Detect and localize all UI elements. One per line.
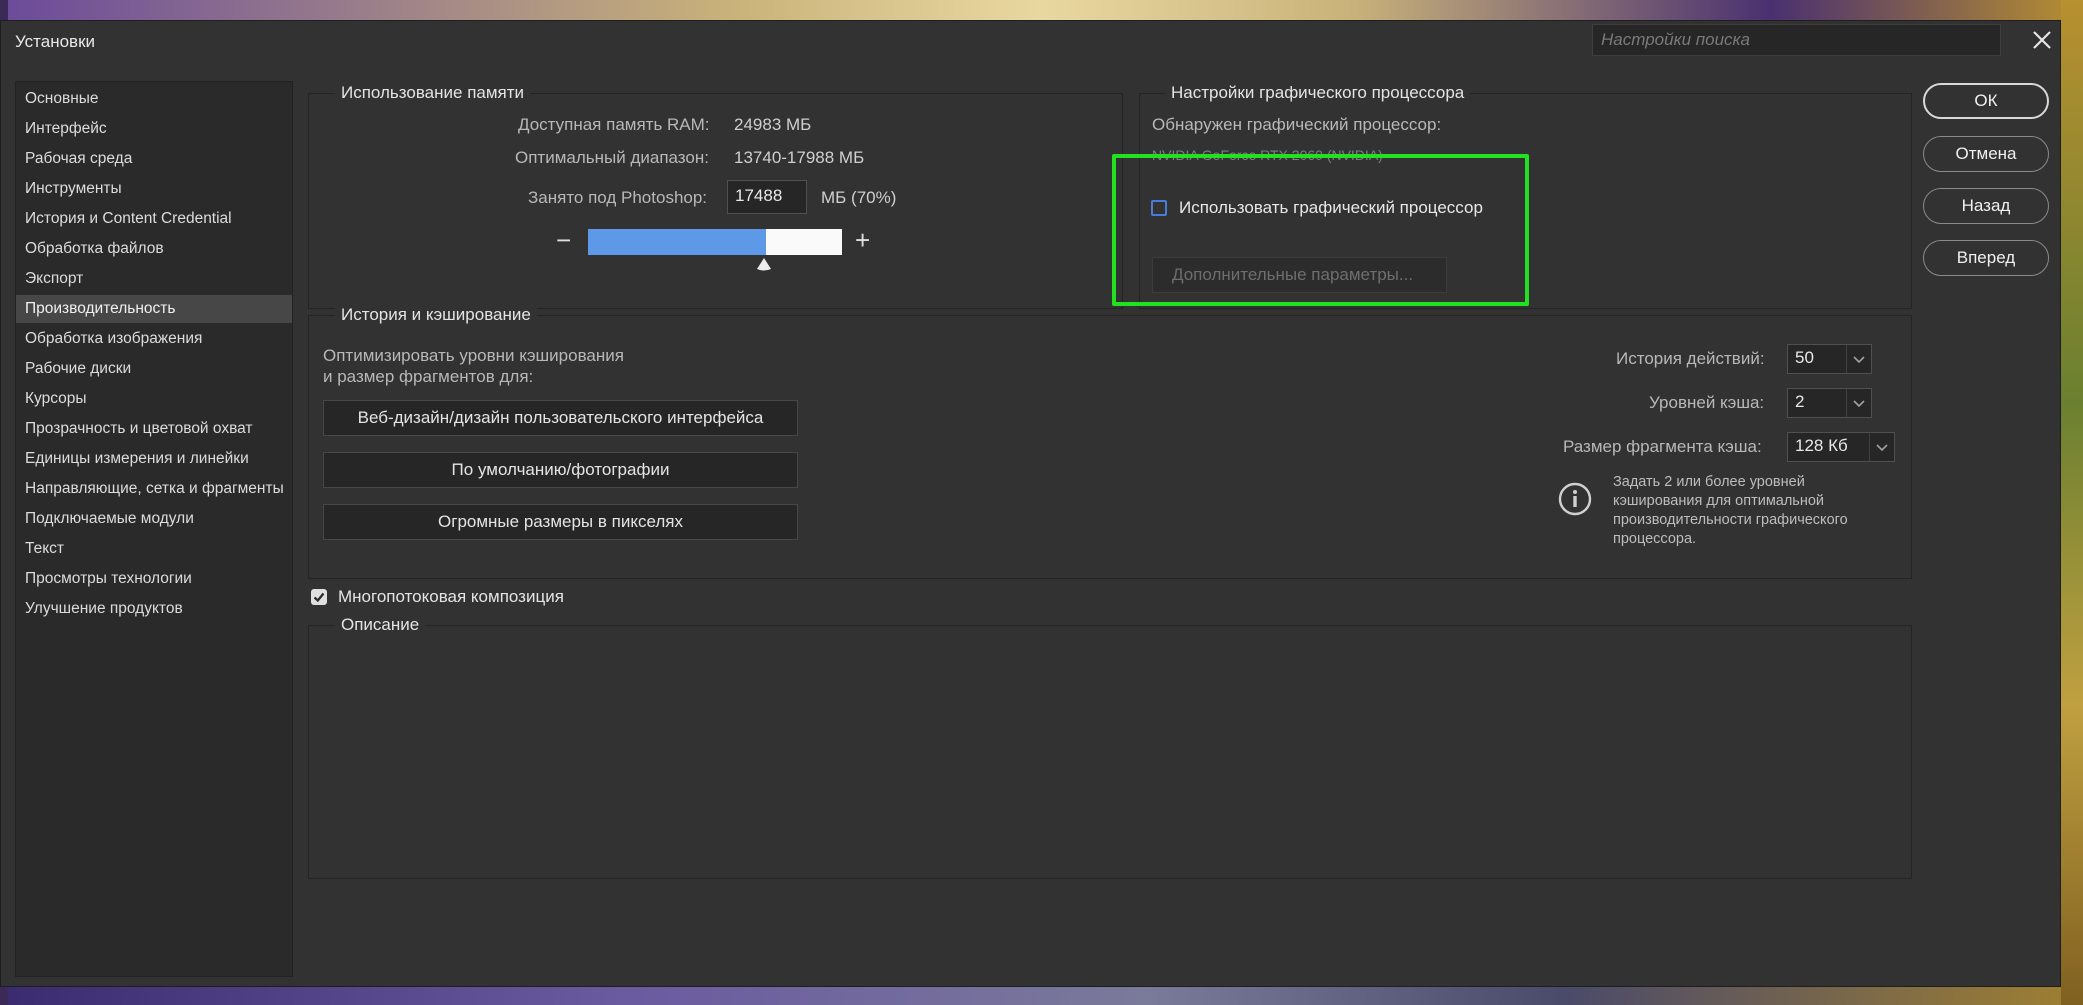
cache-levels-value: 2 xyxy=(1795,392,1805,411)
sidebar-item[interactable]: Направляющие, сетка и фрагменты xyxy=(16,475,292,503)
close-icon[interactable] xyxy=(2025,23,2059,57)
sidebar-item[interactable]: Улучшение продуктов xyxy=(16,595,292,623)
memory-slider[interactable] xyxy=(588,229,842,255)
history-cache-title: История и кэширование xyxy=(335,305,537,325)
preset-web-ui-button[interactable]: Веб-дизайн/дизайн пользовательского инте… xyxy=(323,400,798,436)
sidebar-item[interactable]: Рабочие диски xyxy=(16,355,292,383)
gpu-detected-label: Обнаружен графический процессор: xyxy=(1152,115,1442,134)
history-states-value: 50 xyxy=(1795,348,1814,367)
description-title: Описание xyxy=(335,615,426,635)
increase-memory-button[interactable]: + xyxy=(855,225,870,256)
forward-button[interactable]: Вперед xyxy=(1923,240,2049,276)
tile-size-select[interactable]: 128 Кб xyxy=(1787,432,1895,462)
sidebar-item[interactable]: Рабочая среда xyxy=(16,145,292,173)
gpu-group-title: Настройки графического процессора xyxy=(1165,83,1471,103)
cache-levels-select[interactable]: 2 xyxy=(1787,388,1872,418)
range-label: Оптимальный диапазон: xyxy=(515,148,709,167)
tile-size-label: Размер фрагмента кэша: xyxy=(1563,437,1762,456)
optimize-text-line2: и размер фрагментов для: xyxy=(323,367,534,386)
gpu-highlight-frame xyxy=(1112,154,1529,306)
ram-label: Доступная память RAM: xyxy=(518,115,710,134)
multithread-checkbox[interactable] xyxy=(311,589,327,605)
search-input[interactable]: Настройки поиска xyxy=(1592,24,2001,56)
sidebar-item[interactable]: Курсоры xyxy=(16,385,292,413)
memory-group xyxy=(308,93,1123,309)
history-states-label: История действий: xyxy=(1616,349,1765,368)
sidebar-item[interactable]: Единицы измерения и линейки xyxy=(16,445,292,473)
history-states-select[interactable]: 50 xyxy=(1787,344,1872,374)
desktop-background-bottom xyxy=(0,985,2083,1005)
cache-info-text: Задать 2 или более уровней кэширования д… xyxy=(1613,474,1848,547)
sidebar-item[interactable]: Инструменты xyxy=(16,175,292,203)
memory-slider-fill xyxy=(588,229,766,255)
back-button[interactable]: Назад xyxy=(1923,188,2049,224)
tile-size-value: 128 Кб xyxy=(1795,436,1848,455)
chevron-down-icon xyxy=(1846,389,1871,417)
preferences-dialog: Установки Настройки поиска Основные Интер… xyxy=(0,20,2061,987)
sidebar-item[interactable]: История и Content Credential xyxy=(16,205,292,233)
sidebar-item[interactable]: Прозрачность и цветовой охват xyxy=(16,415,292,443)
slider-thumb-icon[interactable] xyxy=(755,257,773,278)
preset-default-photo-button[interactable]: По умолчанию/фотографии xyxy=(323,452,798,488)
info-icon xyxy=(1557,481,1593,522)
sidebar-item[interactable]: Просмотры технологии xyxy=(16,565,292,593)
sidebar-item[interactable]: Экспорт xyxy=(16,265,292,293)
multithread-label[interactable]: Многопотоковая композиция xyxy=(338,587,564,607)
used-unit: МБ (70%) xyxy=(821,188,897,207)
used-label: Занято под Photoshop: xyxy=(528,188,708,207)
cancel-button[interactable]: Отмена xyxy=(1923,136,2049,172)
dialog-title: Установки xyxy=(15,32,96,51)
sidebar-item[interactable]: Интерфейс xyxy=(16,115,292,143)
sidebar-item[interactable]: Обработка файлов xyxy=(16,235,292,263)
ram-value: 24983 МБ xyxy=(734,115,812,134)
sidebar-item[interactable]: Текст xyxy=(16,535,292,563)
range-value: 13740-17988 МБ xyxy=(734,148,865,167)
optimize-text-line1: Оптимизировать уровни кэширования xyxy=(323,346,624,365)
chevron-down-icon xyxy=(1846,345,1871,373)
desktop-background-right xyxy=(2061,0,2083,1005)
dialog-titlebar: Установки Настройки поиска xyxy=(1,21,2060,61)
used-memory-input[interactable]: 17488 xyxy=(727,180,807,214)
chevron-down-icon xyxy=(1869,433,1894,461)
cache-levels-label: Уровней кэша: xyxy=(1649,393,1765,412)
memory-group-title: Использование памяти xyxy=(335,83,531,103)
sidebar-item[interactable]: Производительность xyxy=(16,295,292,323)
preset-huge-pixel-button[interactable]: Огромные размеры в пикселях xyxy=(323,504,798,540)
ok-button[interactable]: ОК xyxy=(1923,83,2049,119)
sidebar-item[interactable]: Основные xyxy=(16,85,292,113)
sidebar-item[interactable]: Обработка изображения xyxy=(16,325,292,353)
decrease-memory-button[interactable]: − xyxy=(556,225,571,256)
description-group xyxy=(308,625,1912,879)
sidebar-nav: Основные Интерфейс Рабочая среда Инструмент… xyxy=(15,81,293,977)
sidebar-item[interactable]: Подключаемые модули xyxy=(16,505,292,533)
